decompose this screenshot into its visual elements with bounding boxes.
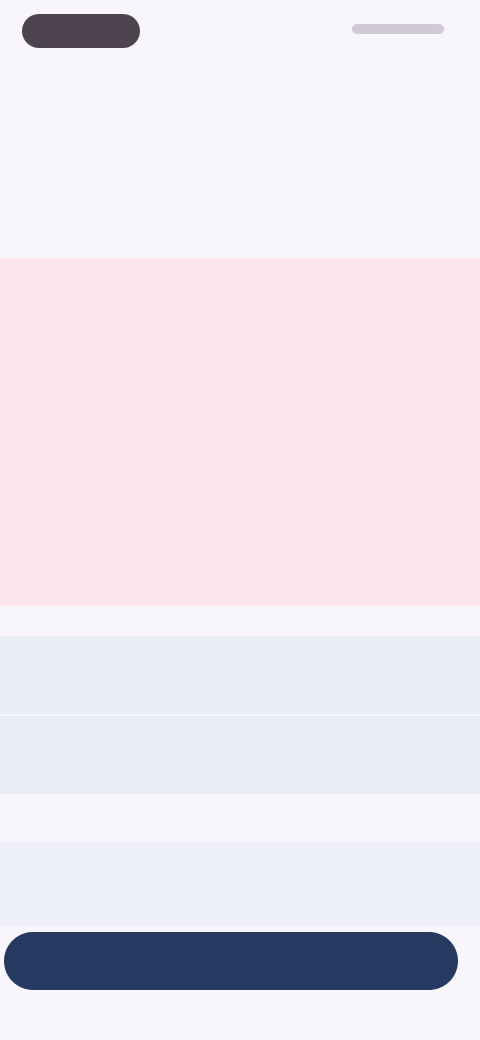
eyebrow-text <box>160 76 320 96</box>
option-item-2[interactable] <box>175 857 305 911</box>
field-two[interactable] <box>0 716 480 794</box>
option-item-3[interactable] <box>332 857 462 911</box>
field-one-label <box>20 658 120 678</box>
status-bar <box>0 0 480 64</box>
status-pill <box>22 14 140 48</box>
options-label <box>0 806 140 826</box>
status-icons <box>352 24 444 34</box>
warning-card <box>0 258 480 606</box>
option-item-1[interactable] <box>18 857 148 911</box>
primary-button[interactable] <box>4 932 458 990</box>
warning-link[interactable] <box>128 540 338 564</box>
options-row <box>0 842 480 926</box>
field-two-label <box>20 738 120 758</box>
field-one[interactable] <box>0 636 480 714</box>
